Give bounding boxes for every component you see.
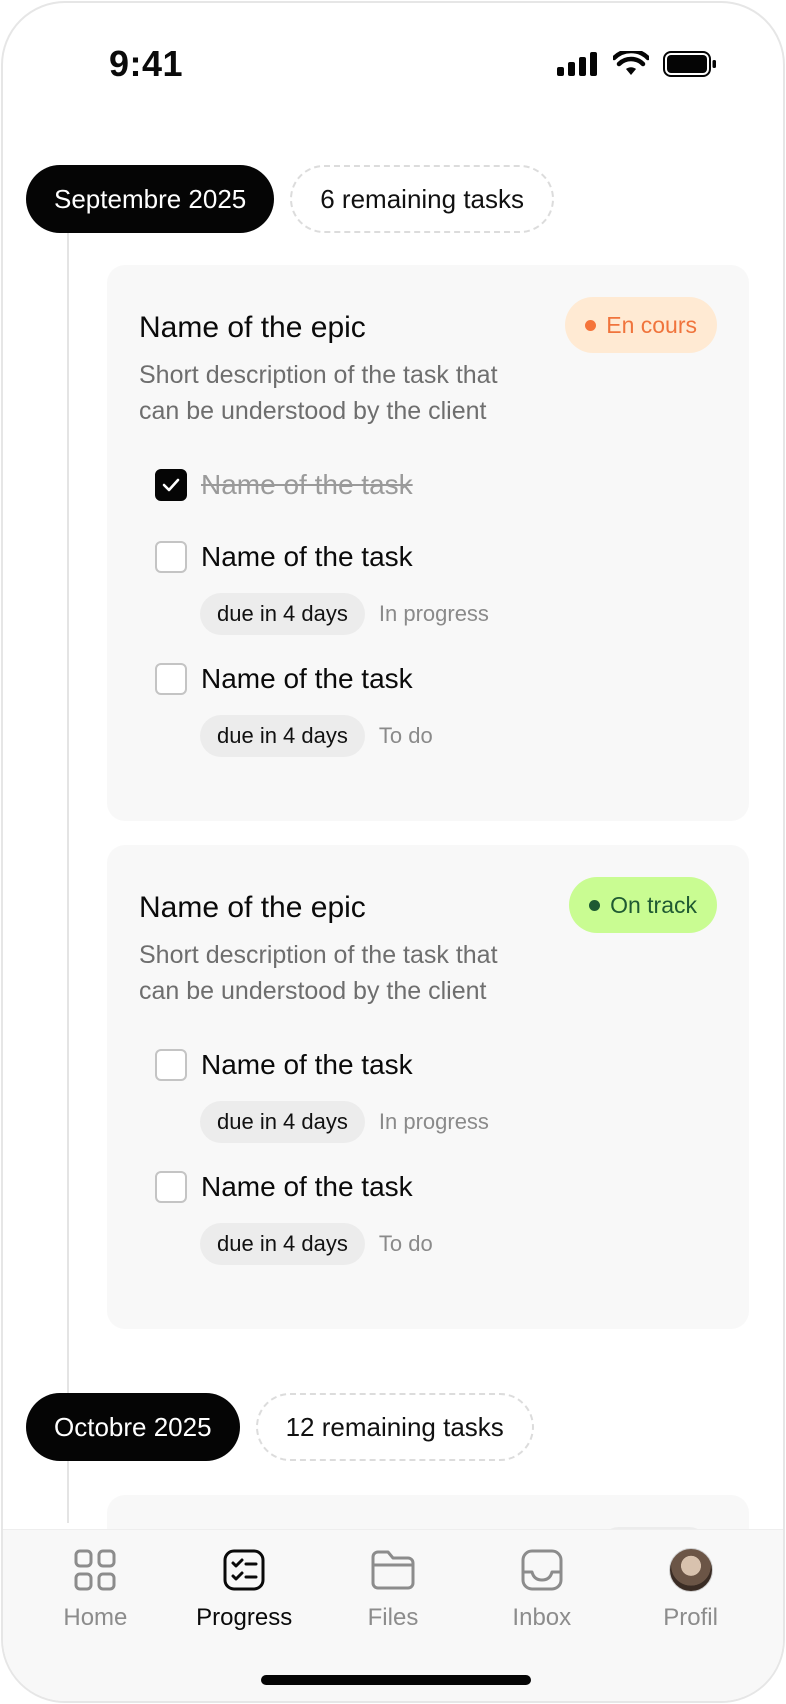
due-date-pill: due in 4 days: [200, 593, 365, 635]
task-name[interactable]: Name of the task: [201, 469, 413, 501]
task-status: In progress: [378, 601, 489, 626]
status-icons: [557, 51, 717, 77]
status-label: On track: [610, 891, 697, 918]
status-badge: En cours: [565, 297, 717, 353]
status-dot: [589, 899, 601, 911]
timeline-line: [67, 223, 69, 1523]
task-list: Name of the task Name of the task due in…: [139, 465, 717, 757]
task-item: Name of the task due in 4 days To do: [139, 659, 717, 757]
bottom-nav: Home Progress Files Inbox Profil: [3, 1529, 783, 1701]
epic-description: Short description of the task that can b…: [139, 361, 498, 425]
nav-item-files[interactable]: Files: [328, 1544, 458, 1632]
task-status: To do: [378, 723, 433, 748]
task-item: Name of the task: [139, 465, 717, 505]
nav-item-inbox[interactable]: Inbox: [477, 1544, 607, 1632]
status-label: En cours: [606, 311, 697, 338]
task-checkbox[interactable]: [155, 541, 187, 573]
nav-label: Home: [63, 1604, 128, 1631]
cellular-signal-icon: [557, 52, 597, 76]
task-status: To do: [378, 1231, 433, 1256]
task-item: Name of the task due in 4 days In progre…: [139, 537, 717, 635]
task-name[interactable]: Name of the task: [201, 1049, 413, 1081]
phone-frame: 9:41 Septembre 2025 6 remaining tasks Na…: [1, 1, 785, 1703]
folder-icon: [367, 1544, 419, 1596]
nav-item-home[interactable]: Home: [30, 1544, 160, 1632]
nav-item-progress[interactable]: Progress: [179, 1544, 309, 1632]
due-date-pill: due in 4 days: [200, 1223, 365, 1265]
task-checkbox[interactable]: [155, 1049, 187, 1081]
nav-label: Files: [367, 1604, 419, 1631]
epic-description: Short description of the task that can b…: [139, 941, 498, 1005]
remaining-tasks-badge: 6 remaining tasks: [290, 165, 555, 233]
home-indicator: [261, 1675, 531, 1685]
battery-icon: [663, 51, 716, 77]
nav-item-profile[interactable]: Profil: [626, 1544, 756, 1632]
checkmark-icon: [162, 478, 180, 492]
avatar: [665, 1544, 717, 1596]
task-name[interactable]: Name of the task: [201, 541, 413, 573]
task-item: Name of the task due in 4 days In progre…: [139, 1045, 717, 1143]
task-list: Name of the task due in 4 days In progre…: [139, 1045, 717, 1265]
month-label[interactable]: Septembre 2025: [26, 165, 275, 233]
month-header: Septembre 2025 6 remaining tasks: [26, 165, 555, 233]
epic-card[interactable]: Name of the epic Short description of th…: [107, 265, 749, 821]
remaining-tasks-badge: 12 remaining tasks: [255, 1393, 534, 1461]
due-date-pill: due in 4 days: [200, 1101, 365, 1143]
home-grid-icon: [69, 1544, 121, 1596]
task-name[interactable]: Name of the task: [201, 663, 413, 695]
task-item: Name of the task due in 4 days To do: [139, 1167, 717, 1265]
status-badge: On track: [569, 877, 717, 933]
progress-checklist-icon: [218, 1544, 270, 1596]
month-label[interactable]: Octobre 2025: [26, 1393, 240, 1461]
inbox-icon: [516, 1544, 568, 1596]
nav-label: Profil: [663, 1604, 718, 1631]
wifi-icon: [613, 51, 649, 75]
epic-card[interactable]: Name of the epic Short description of th…: [107, 845, 749, 1329]
due-date-pill: due in 4 days: [200, 715, 365, 757]
nav-label: Inbox: [512, 1604, 572, 1631]
nav-label: Progress: [196, 1604, 293, 1631]
task-checkbox[interactable]: [155, 1171, 187, 1203]
status-time: 9:41: [109, 43, 184, 84]
month-header: Octobre 2025 12 remaining tasks: [26, 1393, 534, 1461]
status-dot: [585, 319, 597, 331]
task-status: In progress: [378, 1109, 489, 1134]
task-checkbox-checked[interactable]: [155, 469, 187, 501]
task-checkbox[interactable]: [155, 663, 187, 695]
task-name[interactable]: Name of the task: [201, 1171, 413, 1203]
